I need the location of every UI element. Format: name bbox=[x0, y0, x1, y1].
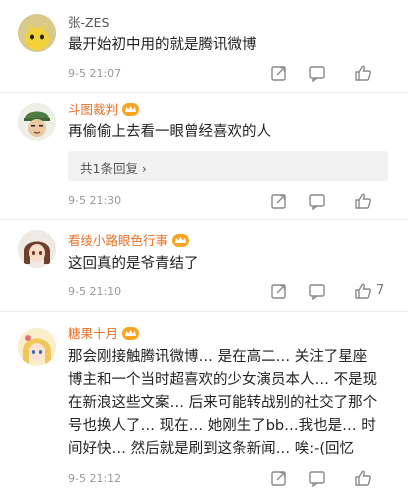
comment-text-line: 博主和一个当时超喜欢的少女演员本人… 不是现 bbox=[68, 372, 378, 388]
avatar[interactable] bbox=[18, 328, 56, 366]
comment-icon[interactable] bbox=[308, 64, 326, 83]
like-button[interactable] bbox=[354, 469, 394, 487]
vip-crown-icon bbox=[172, 234, 190, 247]
comment-text: 那会刚接触腾讯微博… 是在高二… 关注了星座 博主和一个当时超喜欢的少女演员本人… bbox=[68, 346, 398, 461]
share-icon[interactable] bbox=[270, 64, 288, 82]
avatar[interactable] bbox=[18, 103, 56, 141]
share-icon[interactable] bbox=[270, 282, 288, 300]
view-replies-button[interactable]: 共1条回复 › bbox=[68, 151, 388, 181]
comment-text-line: 那会刚接触腾讯微博… 是在高二… 关注了星座 bbox=[68, 349, 368, 365]
comment-icon[interactable] bbox=[308, 282, 326, 301]
username[interactable]: 斗图裁判 bbox=[68, 102, 140, 118]
comment-text: 再偷偷上去看一眼曾经喜欢的人 bbox=[68, 124, 271, 140]
comment-item: 糖果十月 那会刚接触腾讯微博… 是在高二… 关注了星座 博主和一个当时超喜欢的少… bbox=[0, 312, 408, 493]
thumbs-up-icon bbox=[355, 283, 371, 299]
like-count: 7 bbox=[376, 283, 385, 298]
timestamp: 9-5 21:10 bbox=[68, 285, 122, 298]
comment-text: 最开始初中用的就是腾讯微博 bbox=[68, 37, 257, 53]
comment-actions bbox=[270, 469, 398, 488]
timestamp: 9-5 21:07 bbox=[68, 67, 122, 80]
thumbs-up-icon bbox=[355, 65, 371, 81]
like-button[interactable] bbox=[354, 192, 394, 210]
replies-label: 共1条回复 › bbox=[80, 161, 147, 176]
comment-icon[interactable] bbox=[308, 192, 326, 211]
vip-crown-icon bbox=[122, 327, 140, 340]
avatar[interactable] bbox=[18, 14, 56, 52]
timestamp: 9-5 21:30 bbox=[68, 194, 122, 207]
thumbs-up-icon bbox=[355, 470, 371, 486]
comment-item: 看绫小路眼色行事 这回真的是爷青结了 9-5 21:10 7 bbox=[0, 220, 408, 310]
comment-text-line: 在新浪这些文案… 后来可能转战别的社交了那个 bbox=[68, 395, 378, 411]
timestamp: 9-5 21:12 bbox=[68, 472, 122, 485]
share-icon[interactable] bbox=[270, 469, 288, 487]
comment-text-line: 间好快… 然后就是刷到这条新闻… 唉:-(回忆 bbox=[68, 441, 354, 457]
comment-actions: 7 bbox=[270, 282, 398, 301]
like-button[interactable]: 7 bbox=[354, 282, 394, 300]
like-button[interactable] bbox=[354, 64, 394, 82]
thumbs-up-icon bbox=[355, 193, 371, 209]
comment-item: 张-ZES 最开始初中用的就是腾讯微博 9-5 21:07 bbox=[0, 0, 408, 92]
username-text[interactable]: 张-ZES bbox=[68, 15, 109, 30]
vip-crown-icon bbox=[122, 103, 140, 116]
comment-actions bbox=[270, 64, 398, 83]
username[interactable]: 看绫小路眼色行事 bbox=[68, 233, 190, 249]
username[interactable]: 张-ZES bbox=[68, 15, 109, 31]
username-text[interactable]: 糖果十月 bbox=[68, 326, 118, 341]
comment-icon[interactable] bbox=[308, 469, 326, 488]
share-icon[interactable] bbox=[270, 192, 288, 210]
comment-item: 斗图裁判 再偷偷上去看一眼曾经喜欢的人 共1条回复 › 9-5 21:30 bbox=[0, 93, 408, 218]
comment-text: 这回真的是爷青结了 bbox=[68, 256, 199, 272]
username[interactable]: 糖果十月 bbox=[68, 326, 140, 342]
username-text[interactable]: 斗图裁判 bbox=[68, 102, 118, 117]
username-text[interactable]: 看绫小路眼色行事 bbox=[68, 233, 168, 248]
comment-actions bbox=[270, 192, 398, 211]
comment-text-line: 号也换人了… 现在… 她刚生了bb…我也是… 时 bbox=[68, 418, 376, 434]
avatar[interactable] bbox=[18, 230, 56, 268]
